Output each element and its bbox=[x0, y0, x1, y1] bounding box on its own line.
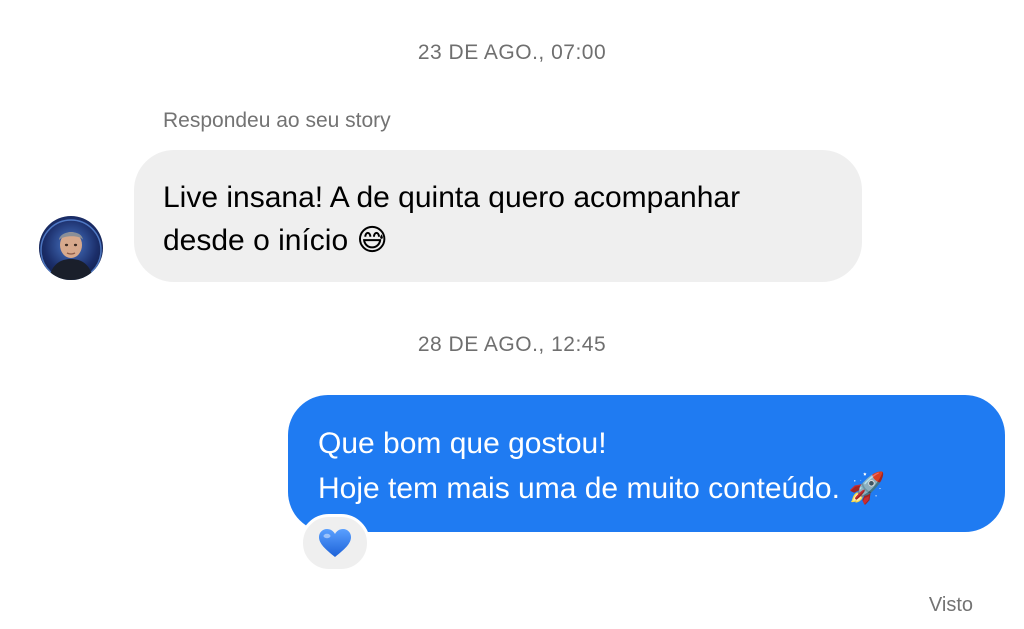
rocket-emoji-icon: 🚀 bbox=[848, 471, 886, 506]
avatar-photo-icon bbox=[40, 219, 102, 280]
outgoing-message-line-2: Hoje tem mais uma de muito conteúdo. 🚀 bbox=[318, 466, 975, 511]
incoming-message-bubble[interactable]: Live insana! A de quinta quero acompanha… bbox=[134, 150, 862, 282]
outgoing-message-bubble[interactable]: Que bom que gostou! Hoje tem mais uma de… bbox=[288, 395, 1005, 532]
story-reply-note: Respondeu ao seu story bbox=[163, 109, 391, 132]
reaction-badge[interactable] bbox=[300, 514, 370, 572]
incoming-message-line-2: desde o início 😅 bbox=[163, 219, 832, 262]
timestamp: 28 DE AGO., 12:45 bbox=[417, 333, 607, 356]
timestamp: 23 DE AGO., 07:00 bbox=[417, 41, 607, 64]
incoming-message-text: desde o início bbox=[163, 224, 349, 257]
incoming-message-line-1: Live insana! A de quinta quero acompanha… bbox=[163, 181, 741, 214]
blue-heart-icon bbox=[319, 529, 351, 557]
outgoing-message-text: Hoje tem mais uma de muito conteúdo. bbox=[318, 472, 840, 505]
grinning-sweat-emoji-icon: 😅 bbox=[356, 223, 388, 258]
avatar[interactable] bbox=[39, 216, 103, 280]
seen-status: Visto bbox=[928, 594, 973, 616]
outgoing-message-line-1: Que bom que gostou! bbox=[318, 427, 607, 460]
